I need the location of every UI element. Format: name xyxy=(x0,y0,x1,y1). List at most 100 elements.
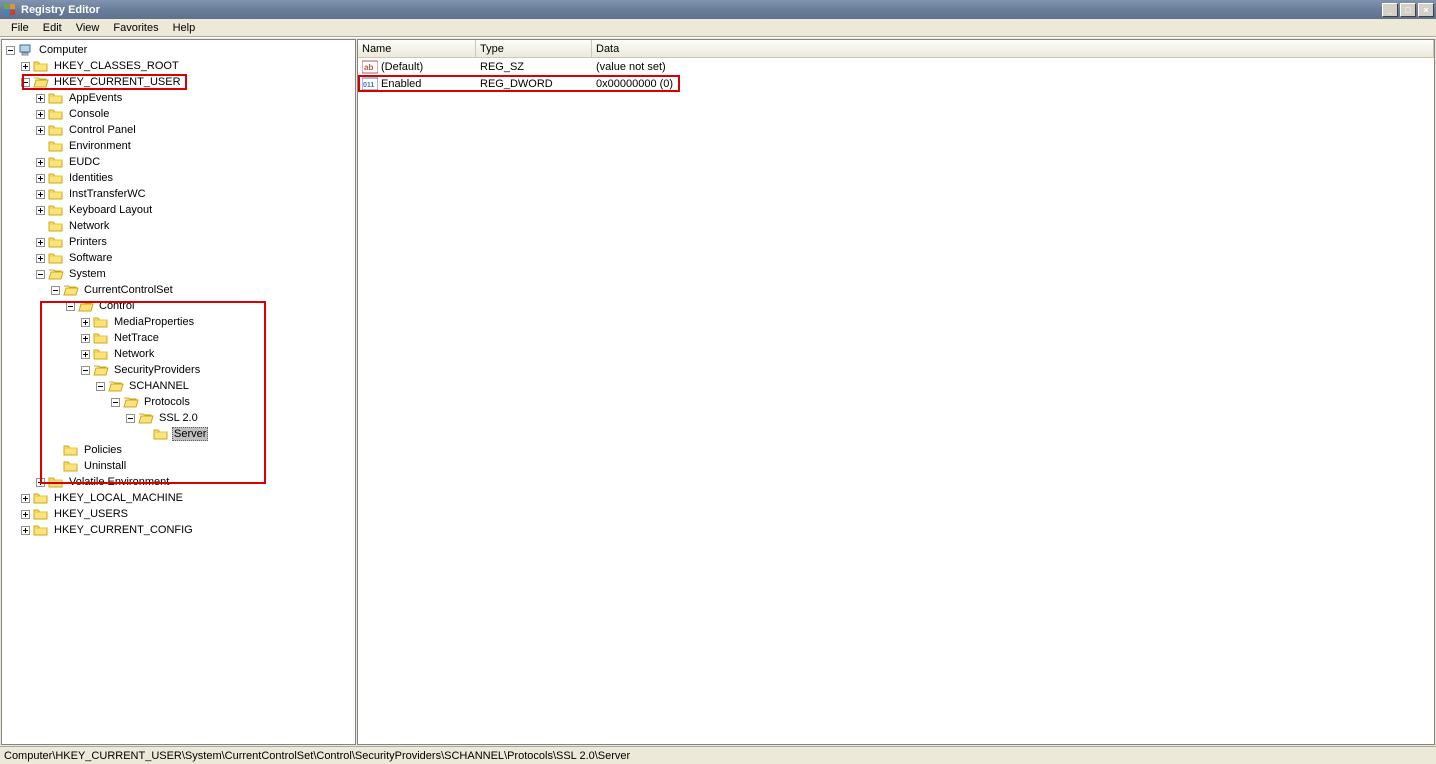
expand-icon[interactable] xyxy=(19,524,32,537)
tree-pane[interactable]: Computer HKEY_CLASSES_ROOT HKEY_CURRENT_US… xyxy=(1,39,356,745)
column-name[interactable]: Name xyxy=(358,40,476,57)
column-data[interactable]: Data xyxy=(592,40,1434,57)
collapse-icon[interactable] xyxy=(19,76,32,89)
tree-appevents[interactable]: AppEvents xyxy=(4,90,353,106)
expand-icon[interactable] xyxy=(34,156,47,169)
tree-control[interactable]: Control xyxy=(4,298,353,314)
tree-protocols-label: Protocols xyxy=(142,396,192,408)
tree-nettrace[interactable]: NetTrace xyxy=(4,330,353,346)
menu-view[interactable]: View xyxy=(69,20,107,36)
expand-icon[interactable] xyxy=(79,316,92,329)
menu-file[interactable]: File xyxy=(4,20,36,36)
tree-ssl20-label: SSL 2.0 xyxy=(157,412,200,424)
tree-network2[interactable]: Network xyxy=(4,346,353,362)
folder-icon xyxy=(48,107,64,121)
folder-icon xyxy=(33,507,49,521)
menu-favorites[interactable]: Favorites xyxy=(106,20,165,36)
tree-console-label: Console xyxy=(67,108,111,120)
tree-hkcc[interactable]: HKEY_CURRENT_CONFIG xyxy=(4,522,353,538)
folder-icon xyxy=(33,75,49,89)
tree-console[interactable]: Console xyxy=(4,106,353,122)
expand-icon[interactable] xyxy=(34,92,47,105)
value-data: (value not set) xyxy=(592,61,1434,73)
folder-icon xyxy=(48,91,64,105)
tree-eudc-label: EUDC xyxy=(67,156,102,168)
tree-hklm[interactable]: HKEY_LOCAL_MACHINE xyxy=(4,490,353,506)
expand-icon[interactable] xyxy=(34,108,47,121)
tree-software-label: Software xyxy=(67,252,114,264)
tree-hkcu-label: HKEY_CURRENT_USER xyxy=(52,76,183,88)
expand-icon[interactable] xyxy=(79,332,92,345)
folder-icon xyxy=(93,331,109,345)
folder-icon xyxy=(48,187,64,201)
value-row-1[interactable]: Enabled REG_DWORD 0x00000000 (0) xyxy=(358,75,1434,92)
tree-policies[interactable]: Policies xyxy=(4,442,353,458)
tree-uninstall[interactable]: Uninstall xyxy=(4,458,353,474)
tree-hkcr[interactable]: HKEY_CLASSES_ROOT xyxy=(4,58,353,74)
tree-network[interactable]: Network xyxy=(4,218,353,234)
tree-hklm-label: HKEY_LOCAL_MACHINE xyxy=(52,492,185,504)
string-value-icon xyxy=(362,60,378,74)
tree-controlpanel[interactable]: Control Panel xyxy=(4,122,353,138)
tree-ssl20[interactable]: SSL 2.0 xyxy=(4,410,353,426)
collapse-icon[interactable] xyxy=(34,268,47,281)
collapse-icon[interactable] xyxy=(49,284,62,297)
folder-icon xyxy=(48,171,64,185)
expand-icon[interactable] xyxy=(34,188,47,201)
expand-icon[interactable] xyxy=(19,492,32,505)
collapse-icon[interactable] xyxy=(94,380,107,393)
collapse-icon[interactable] xyxy=(4,44,17,57)
folder-icon xyxy=(48,267,64,281)
expand-icon[interactable] xyxy=(34,236,47,249)
tree-insttransferwc-label: InstTransferWC xyxy=(67,188,148,200)
tree-securityproviders[interactable]: SecurityProviders xyxy=(4,362,353,378)
menu-help[interactable]: Help xyxy=(166,20,203,36)
folder-icon xyxy=(93,347,109,361)
maximize-button[interactable]: □ xyxy=(1400,3,1416,17)
expand-icon[interactable] xyxy=(19,60,32,73)
expand-icon[interactable] xyxy=(79,348,92,361)
tree-volatileenv[interactable]: Volatile Environment xyxy=(4,474,353,490)
tree-schannel[interactable]: SCHANNEL xyxy=(4,378,353,394)
tree-keyboardlayout[interactable]: Keyboard Layout xyxy=(4,202,353,218)
tree-mediaproperties-label: MediaProperties xyxy=(112,316,196,328)
value-row-0[interactable]: (Default) REG_SZ (value not set) xyxy=(358,58,1434,75)
tree-ccs[interactable]: CurrentControlSet xyxy=(4,282,353,298)
collapse-icon[interactable] xyxy=(64,300,77,313)
value-type: REG_DWORD xyxy=(476,78,592,90)
expand-icon[interactable] xyxy=(34,124,47,137)
minimize-button[interactable]: _ xyxy=(1382,3,1398,17)
tree-environment[interactable]: Environment xyxy=(4,138,353,154)
tree-insttransferwc[interactable]: InstTransferWC xyxy=(4,186,353,202)
collapse-icon[interactable] xyxy=(79,364,92,377)
collapse-icon[interactable] xyxy=(124,412,137,425)
tree-hku[interactable]: HKEY_USERS xyxy=(4,506,353,522)
tree-schannel-label: SCHANNEL xyxy=(127,380,191,392)
tree-printers[interactable]: Printers xyxy=(4,234,353,250)
computer-icon xyxy=(18,43,34,57)
column-type[interactable]: Type xyxy=(476,40,592,57)
tree-identities-label: Identities xyxy=(67,172,115,184)
tree-server[interactable]: Server xyxy=(4,426,353,442)
tree-computer[interactable]: Computer xyxy=(4,42,353,58)
menu-edit[interactable]: Edit xyxy=(36,20,69,36)
folder-icon xyxy=(48,203,64,217)
tree-eudc[interactable]: EUDC xyxy=(4,154,353,170)
window-controls: _ □ × xyxy=(1382,3,1436,17)
close-button[interactable]: × xyxy=(1418,3,1434,17)
expand-icon[interactable] xyxy=(34,172,47,185)
tree-hkcu[interactable]: HKEY_CURRENT_USER xyxy=(4,74,353,90)
status-path: Computer\HKEY_CURRENT_USER\System\Curren… xyxy=(4,750,630,762)
tree-protocols[interactable]: Protocols xyxy=(4,394,353,410)
tree-software[interactable]: Software xyxy=(4,250,353,266)
tree-control-label: Control xyxy=(97,300,136,312)
tree-system[interactable]: System xyxy=(4,266,353,282)
collapse-icon[interactable] xyxy=(109,396,122,409)
tree-mediaproperties[interactable]: MediaProperties xyxy=(4,314,353,330)
expand-icon[interactable] xyxy=(34,204,47,217)
expand-icon[interactable] xyxy=(34,252,47,265)
tree-identities[interactable]: Identities xyxy=(4,170,353,186)
expand-icon[interactable] xyxy=(34,476,47,489)
tree-hkcr-label: HKEY_CLASSES_ROOT xyxy=(52,60,181,72)
expand-icon[interactable] xyxy=(19,508,32,521)
